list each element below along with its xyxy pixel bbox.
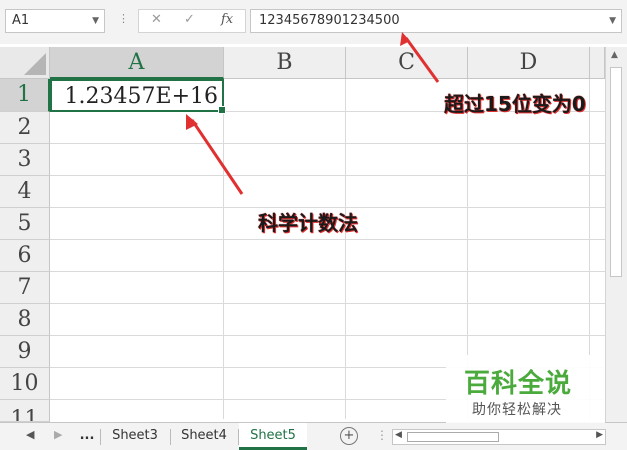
row-header-7[interactable]: 7 — [0, 272, 50, 304]
formula-bar: A1 ▼ ⋮ ✕ ✓ fx 12345678901234500 ▼ — [0, 0, 627, 44]
column-header-d[interactable]: D — [468, 47, 590, 79]
name-box[interactable]: A1 ▼ — [5, 9, 105, 33]
drag-handle-icon[interactable]: ⋮ — [118, 12, 129, 25]
tab-sheet5[interactable]: Sheet5 — [239, 423, 307, 450]
column-header-a[interactable]: A — [50, 47, 224, 79]
row-header-11[interactable]: 11 — [0, 400, 50, 422]
annotation-overflow-note: 超过15位变为0 — [444, 92, 586, 116]
watermark-subtitle: 助你轻松解决 — [472, 402, 562, 418]
expand-formula-icon[interactable]: ▼ — [609, 10, 616, 32]
row-header-10[interactable]: 10 — [0, 368, 50, 400]
formula-buttons: ✕ ✓ fx — [138, 9, 246, 33]
row-header-4[interactable]: 4 — [0, 176, 50, 208]
enter-icon[interactable]: ✓ — [184, 12, 195, 27]
formula-value: 12345678901234500 — [259, 13, 400, 28]
more-sheets-button[interactable]: ... — [78, 423, 96, 450]
scroll-up-icon[interactable]: ▲ — [611, 50, 618, 60]
vertical-scrollbar[interactable]: ▲ — [605, 47, 627, 422]
column-header-e[interactable] — [590, 47, 605, 79]
cancel-icon[interactable]: ✕ — [151, 12, 162, 27]
row-header-1[interactable]: 1 — [0, 79, 50, 112]
column-header-b[interactable]: B — [224, 47, 346, 79]
select-all-button[interactable] — [0, 47, 50, 79]
tab-splitter-icon[interactable]: ⋮ — [376, 428, 388, 442]
row-header-2[interactable]: 2 — [0, 112, 50, 144]
next-sheet-icon[interactable]: ▶ — [54, 428, 62, 441]
select-all-triangle-icon — [24, 53, 46, 75]
prev-sheet-icon[interactable]: ◀ — [26, 428, 34, 441]
name-box-value: A1 — [12, 13, 30, 28]
scroll-left-icon[interactable]: ◀ — [395, 430, 402, 440]
scroll-right-icon[interactable]: ▶ — [596, 430, 603, 440]
formula-input[interactable]: 12345678901234500 ▼ — [250, 9, 622, 33]
row-header-8[interactable]: 8 — [0, 304, 50, 336]
row-header-5[interactable]: 5 — [0, 208, 50, 240]
active-cell-a1[interactable] — [50, 79, 226, 114]
chevron-down-icon[interactable]: ▼ — [92, 10, 99, 32]
horizontal-scrollbar[interactable]: ◀ ▶ — [392, 429, 606, 445]
watermark-title: 百科全说 — [464, 369, 573, 399]
vertical-scroll-thumb[interactable] — [610, 67, 622, 277]
tab-sheet4[interactable]: Sheet4 — [172, 423, 236, 450]
row-header-6[interactable]: 6 — [0, 240, 50, 272]
fill-handle[interactable] — [218, 106, 226, 114]
tab-sheet3[interactable]: Sheet3 — [102, 423, 168, 450]
insert-function-button[interactable]: fx — [221, 12, 233, 27]
horizontal-scroll-thumb[interactable] — [407, 432, 499, 442]
add-sheet-button[interactable]: + — [340, 427, 358, 445]
row-header-9[interactable]: 9 — [0, 336, 50, 368]
annotation-scientific-note: 科学计数法 — [258, 211, 358, 235]
row-header-3[interactable]: 3 — [0, 144, 50, 176]
sheet-tab-bar: ◀ ▶ ... Sheet3 Sheet4 Sheet5 + ⋮ ◀ ▶ — [0, 422, 627, 450]
watermark: 百科全说 助你轻松解决 — [446, 355, 605, 423]
column-header-c[interactable]: C — [346, 47, 468, 79]
